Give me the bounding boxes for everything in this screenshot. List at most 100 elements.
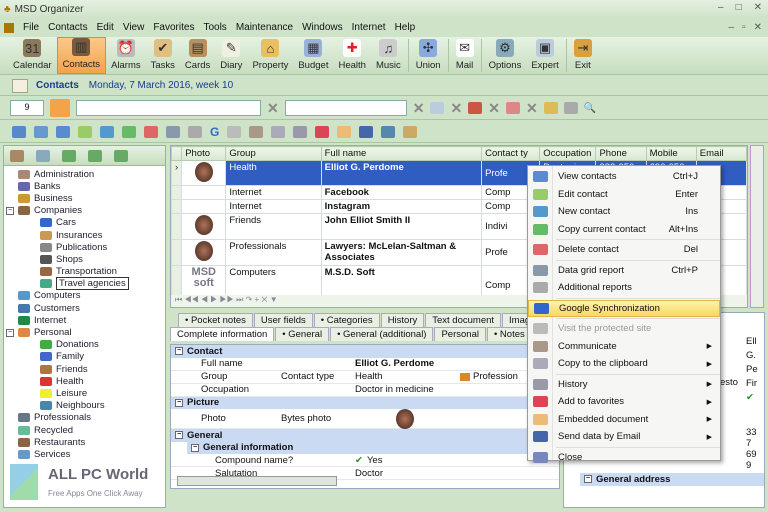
mdi-minimize-button[interactable]: – bbox=[729, 22, 735, 33]
tree-item-internet[interactable]: Internet bbox=[4, 314, 165, 326]
menu-item-close[interactable]: Close bbox=[528, 449, 720, 467]
column-header-full-name[interactable]: Full name bbox=[320, 146, 483, 161]
search-icon[interactable]: 🔍 bbox=[584, 103, 596, 114]
tab-text-document[interactable]: Text document bbox=[425, 313, 502, 327]
users-gray-icon[interactable] bbox=[563, 102, 578, 114]
section-general-information[interactable]: − General information bbox=[187, 441, 559, 454]
clear-filter-1-icon[interactable]: ✕ bbox=[267, 100, 279, 117]
menu-item-communicate[interactable]: Communicate ▶ bbox=[528, 338, 720, 356]
column-header-photo[interactable]: Photo bbox=[181, 146, 227, 161]
column-header-mobile[interactable]: Mobile bbox=[645, 146, 697, 161]
row-indicator[interactable]: › bbox=[171, 160, 183, 186]
tree-expand-icon[interactable] bbox=[10, 149, 24, 162]
section-contact[interactable]: − Contact bbox=[171, 345, 559, 358]
tag-filter-icon[interactable] bbox=[505, 102, 520, 114]
filter-combo-1[interactable] bbox=[76, 100, 261, 116]
menu-internet[interactable]: Internet bbox=[352, 22, 386, 33]
tree-item-donations[interactable]: Donations bbox=[4, 339, 165, 351]
tree-item-services[interactable]: Services bbox=[4, 448, 165, 460]
toolbar-diary-button[interactable]: ✎ Diary bbox=[215, 37, 247, 74]
tree-item-restaurants[interactable]: Restaurants bbox=[4, 436, 165, 448]
printer-icon[interactable] bbox=[188, 125, 202, 138]
row-indicator[interactable] bbox=[171, 213, 183, 240]
toolbar-cards-button[interactable]: ▤ Cards bbox=[180, 37, 215, 74]
menu-item-add-to-favorites[interactable]: Add to favorites ▶ bbox=[528, 393, 720, 411]
toolbar-tasks-button[interactable]: ✔ Tasks bbox=[146, 37, 180, 74]
tree-add-icon[interactable] bbox=[62, 149, 76, 162]
column-header-email[interactable]: Email bbox=[695, 146, 747, 161]
tree-item-recycled[interactable]: Recycled bbox=[4, 424, 165, 436]
users-filter-icon[interactable] bbox=[543, 102, 558, 114]
column-header-occupation[interactable]: Occupation bbox=[539, 146, 597, 161]
toolbar-union-button[interactable]: ✣ Union bbox=[411, 37, 446, 74]
tab-personal[interactable]: Personal bbox=[434, 327, 486, 341]
menu-item-history[interactable]: History ▶ bbox=[528, 376, 720, 394]
view-icon[interactable] bbox=[12, 125, 26, 138]
section-general-address[interactable]: − General address bbox=[580, 473, 764, 486]
tree-item-cars[interactable]: Cars bbox=[4, 217, 165, 229]
report-icon[interactable] bbox=[166, 125, 180, 138]
clear-filter-2-icon[interactable]: ✕ bbox=[413, 100, 425, 117]
pencil-icon[interactable] bbox=[403, 125, 418, 138]
tree-item-companies[interactable]: − Companies bbox=[4, 205, 165, 217]
mdi-restore-button[interactable]: ▫ bbox=[742, 22, 746, 33]
protected-site-icon[interactable] bbox=[227, 125, 242, 138]
google-icon[interactable]: G bbox=[210, 125, 219, 139]
group-tree-button[interactable] bbox=[50, 99, 70, 117]
tree-item-leisure[interactable]: Leisure bbox=[4, 387, 165, 399]
menu-contacts[interactable]: Contacts bbox=[48, 22, 87, 33]
toolbar-mail-button[interactable]: ✉ Mail bbox=[451, 37, 479, 74]
toolbar-expert-button[interactable]: ▣ Expert bbox=[526, 37, 563, 74]
info-icon[interactable] bbox=[34, 125, 48, 138]
menu-file[interactable]: File bbox=[23, 22, 39, 33]
clipboard-icon[interactable] bbox=[271, 125, 286, 138]
menu-tools[interactable]: Tools bbox=[203, 22, 226, 33]
clear-filter-4-icon[interactable]: ✕ bbox=[488, 100, 500, 117]
row-indicator[interactable] bbox=[171, 185, 183, 200]
menu-maintenance[interactable]: Maintenance bbox=[236, 22, 293, 33]
toolbar-alarms-button[interactable]: ⏰ Alarms bbox=[106, 37, 146, 74]
toolbar-exit-button[interactable]: ⇥ Exit bbox=[569, 37, 597, 74]
tree-item-health[interactable]: Health bbox=[4, 375, 165, 387]
section-general[interactable]: − General bbox=[171, 429, 559, 442]
favorites-heart-icon[interactable] bbox=[315, 125, 330, 138]
tree-item-shops[interactable]: Shops bbox=[4, 253, 165, 265]
tree-move-icon[interactable] bbox=[88, 149, 102, 162]
column-header-contact-ty[interactable]: Contact ty bbox=[481, 146, 541, 161]
clear-filter-5-icon[interactable]: ✕ bbox=[526, 100, 538, 117]
sync-icon[interactable] bbox=[381, 125, 396, 138]
menu-item-copy-to-the-clipboard[interactable]: Copy to the clipboard ▶ bbox=[528, 355, 720, 373]
tree-item-customers[interactable]: Customers bbox=[4, 302, 165, 314]
menu-item-view-contacts[interactable]: View contacts Ctrl+J bbox=[528, 168, 720, 186]
tab-pocket-notes[interactable]: • Pocket notes bbox=[178, 313, 253, 327]
new-contact-icon[interactable] bbox=[100, 125, 114, 138]
tab-general-additional[interactable]: • General (additional) bbox=[330, 327, 434, 341]
row-indicator[interactable] bbox=[171, 239, 183, 266]
tab-notes[interactable]: • Notes bbox=[486, 327, 532, 341]
toolbar-health-button[interactable]: ✚ Health bbox=[333, 37, 370, 74]
grid-vertical-scrollbar[interactable] bbox=[750, 145, 764, 308]
tree-edit-icon[interactable] bbox=[36, 149, 50, 162]
menu-windows[interactable]: Windows bbox=[302, 22, 343, 33]
detail-horizontal-scrollbar[interactable] bbox=[177, 476, 337, 486]
tab-user-fields[interactable]: User fields bbox=[253, 313, 313, 327]
tree-item-transportation[interactable]: Transportation bbox=[4, 266, 165, 278]
maximize-button[interactable]: □ bbox=[736, 2, 742, 13]
edit-icon[interactable] bbox=[78, 125, 92, 138]
monitor-icon[interactable] bbox=[56, 125, 70, 138]
minimize-button[interactable]: – bbox=[718, 2, 724, 13]
category-filter-icon[interactable] bbox=[468, 102, 483, 114]
menu-item-new-contact[interactable]: New contact Ins bbox=[528, 203, 720, 221]
menu-item-embedded-document[interactable]: Embedded document ▶ bbox=[528, 411, 720, 429]
column-header-group[interactable]: Group bbox=[225, 146, 322, 161]
menu-item-copy-current-contact[interactable]: Copy current contact Alt+Ins bbox=[528, 221, 720, 239]
tree-item-computers[interactable]: Computers bbox=[4, 290, 165, 302]
tab-complete-information[interactable]: Complete information bbox=[170, 327, 275, 341]
menu-item-delete-contact[interactable]: Delete contact Del bbox=[528, 241, 720, 259]
menu-view[interactable]: View bbox=[123, 22, 145, 33]
tree-item-family[interactable]: Family bbox=[4, 351, 165, 363]
tree-item-business[interactable]: Business bbox=[4, 192, 165, 204]
tab-general[interactable]: • General bbox=[275, 327, 330, 341]
toolbar-calendar-button[interactable]: 31 Calendar bbox=[8, 37, 57, 74]
column-header-phone[interactable]: Phone bbox=[595, 146, 647, 161]
